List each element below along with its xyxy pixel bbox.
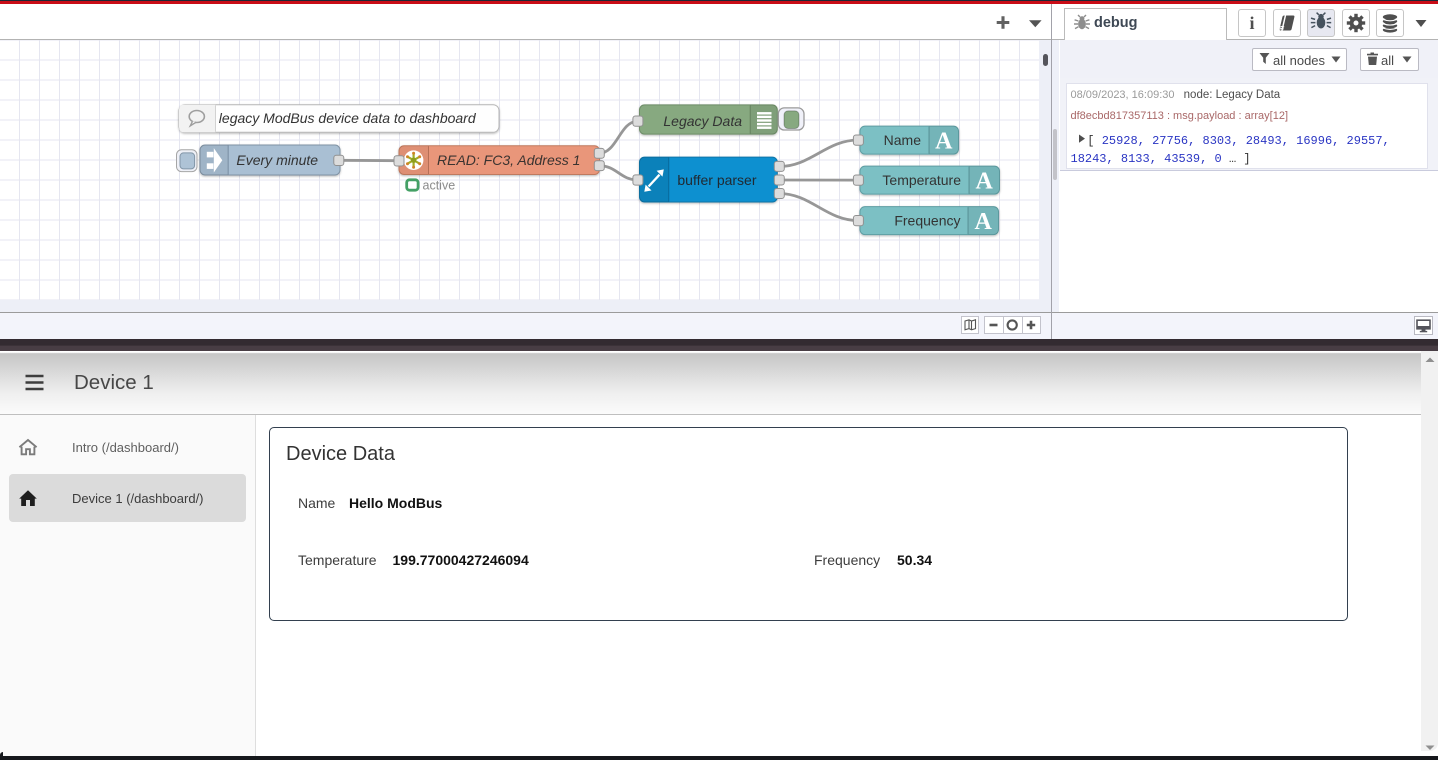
svg-text:buffer parser: buffer parser xyxy=(677,171,756,187)
svg-text:Every minute: Every minute xyxy=(236,151,318,167)
svg-text:Name: Name xyxy=(884,131,922,147)
svg-text:Frequency: Frequency xyxy=(894,212,960,228)
svg-text:active: active xyxy=(423,178,456,192)
svg-text:A: A xyxy=(975,209,993,235)
svg-text:legacy ModBus device data to d: legacy ModBus device data to dashboard xyxy=(219,110,477,126)
svg-text:A: A xyxy=(935,128,953,154)
svg-text:Legacy Data: Legacy Data xyxy=(663,112,742,128)
svg-text:READ: FC3, Address 1: READ: FC3, Address 1 xyxy=(437,152,580,168)
svg-text:Temperature: Temperature xyxy=(882,172,961,188)
svg-text:A: A xyxy=(976,168,994,194)
